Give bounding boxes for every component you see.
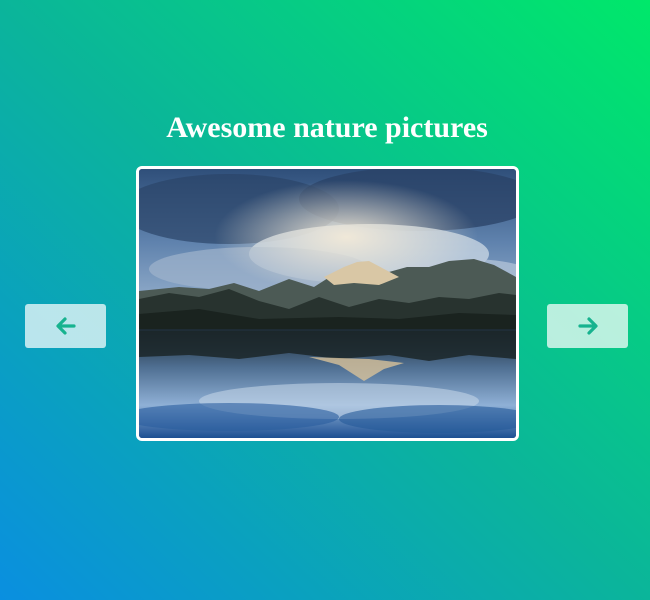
next-image-button[interactable] <box>547 304 628 348</box>
arrow-left-icon <box>55 317 76 335</box>
arrow-right-icon <box>577 317 598 335</box>
image-frame <box>136 166 519 441</box>
mountain-lake-image <box>139 169 516 438</box>
page-title: Awesome nature pictures <box>166 111 488 144</box>
previous-image-button[interactable] <box>25 304 106 348</box>
